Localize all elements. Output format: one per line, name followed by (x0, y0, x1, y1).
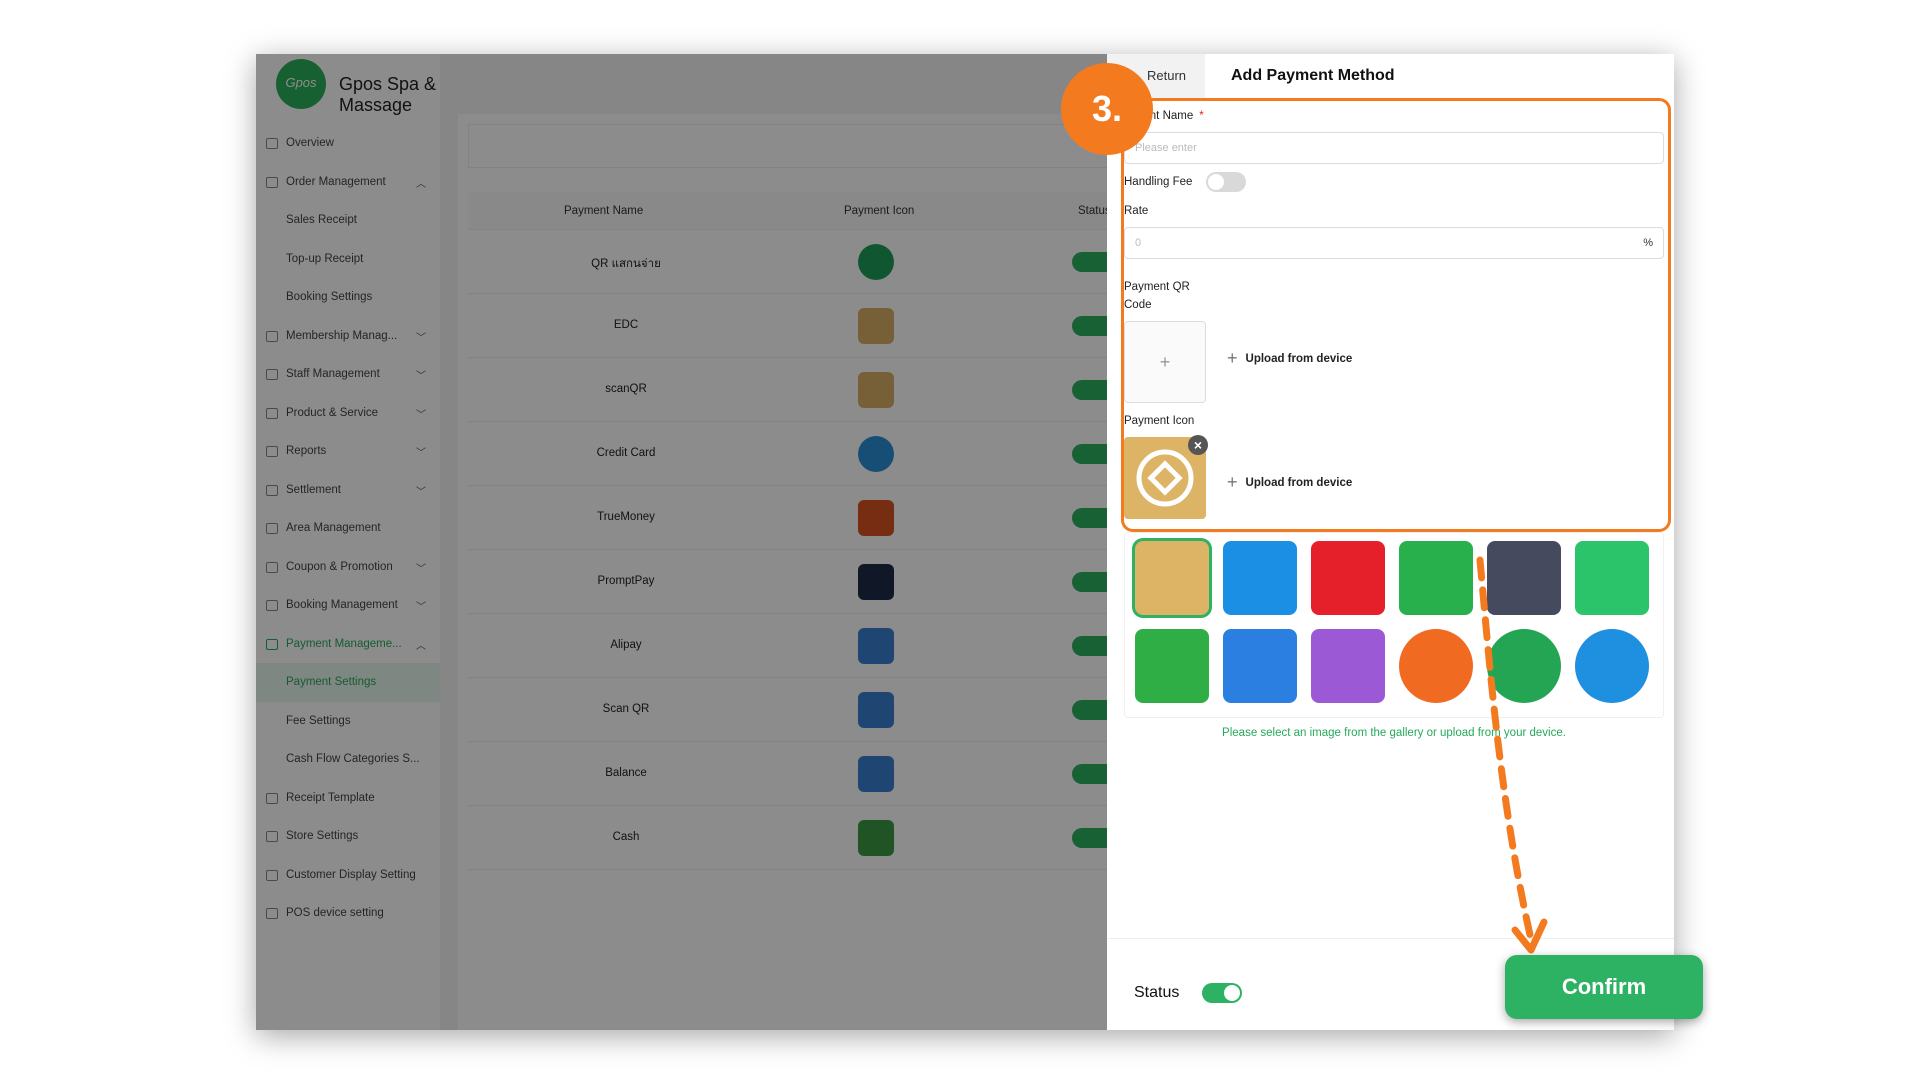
blue-coins-icon[interactable] (1575, 629, 1649, 703)
dollar-badge-icon[interactable] (1311, 541, 1385, 615)
step-badge: 3. (1061, 63, 1153, 155)
dashed-arrow-icon (1476, 556, 1548, 954)
status-toggle[interactable] (1202, 983, 1242, 1003)
green-wallet-icon[interactable] (1135, 629, 1209, 703)
gallery-hint: Please select an image from the gallery … (1222, 727, 1566, 739)
return-label: Return (1147, 68, 1187, 83)
purple-card-icon[interactable] (1311, 629, 1385, 703)
hand-coins-icon[interactable] (1575, 541, 1649, 615)
highlight-frame (1121, 98, 1671, 532)
status-label: Status (1134, 984, 1180, 1001)
edc-diamond-icon[interactable] (1135, 541, 1209, 615)
icon-gallery (1124, 532, 1664, 718)
screenshot-stage: Gpos Gpos Spa & Massage Overview Order Ma… (0, 0, 1920, 1080)
paypal-icon[interactable] (1223, 629, 1297, 703)
confirm-button[interactable]: Confirm (1505, 955, 1703, 1019)
footer-divider (1107, 938, 1674, 939)
globe-dollar-icon[interactable] (1223, 541, 1297, 615)
drawer-title: Add Payment Method (1231, 67, 1395, 84)
